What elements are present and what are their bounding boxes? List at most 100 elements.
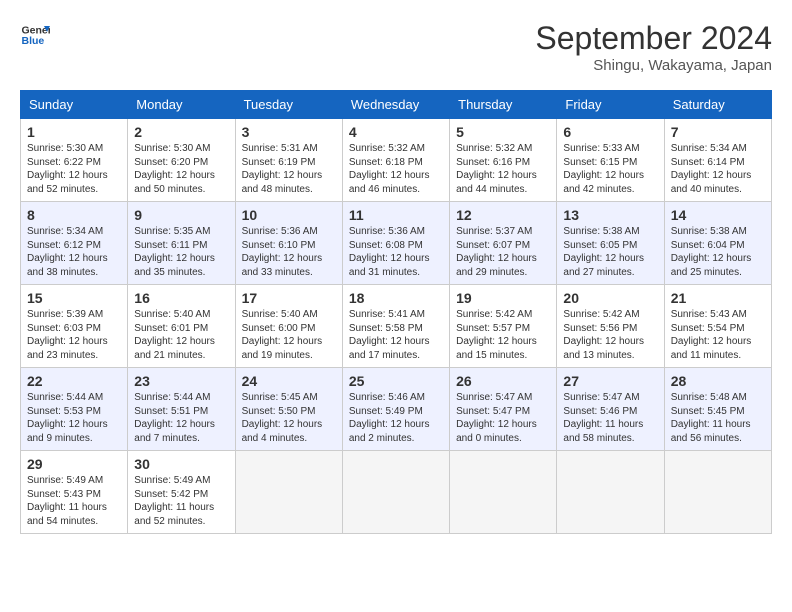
day-number: 24 [242,373,336,389]
page-header: General Blue September 2024 Shingu, Waka… [20,20,772,74]
day-number: 28 [671,373,765,389]
day-number: 11 [349,207,443,223]
day-info: Sunrise: 5:30 AM Sunset: 6:22 PM Dayligh… [27,142,121,196]
weekday-header: Saturday [664,91,771,119]
calendar-week-row: 15 Sunrise: 5:39 AM Sunset: 6:03 PM Dayli… [21,285,772,368]
weekday-header: Friday [557,91,664,119]
calendar-day-cell: 2 Sunrise: 5:30 AM Sunset: 6:20 PM Daylig… [128,119,235,202]
day-info: Sunrise: 5:49 AM Sunset: 5:42 PM Dayligh… [134,474,228,528]
location: Shingu, Wakayama, Japan [535,57,772,74]
calendar-day-cell: 25 Sunrise: 5:46 AM Sunset: 5:49 PM Dayli… [342,368,449,451]
day-number: 29 [27,456,121,472]
day-info: Sunrise: 5:30 AM Sunset: 6:20 PM Dayligh… [134,142,228,196]
day-number: 25 [349,373,443,389]
month-title: September 2024 [535,20,772,57]
day-info: Sunrise: 5:31 AM Sunset: 6:19 PM Dayligh… [242,142,336,196]
calendar-day-cell: 10 Sunrise: 5:36 AM Sunset: 6:10 PM Dayli… [235,202,342,285]
day-info: Sunrise: 5:37 AM Sunset: 6:07 PM Dayligh… [456,225,550,279]
day-info: Sunrise: 5:41 AM Sunset: 5:58 PM Dayligh… [349,308,443,362]
day-info: Sunrise: 5:36 AM Sunset: 6:08 PM Dayligh… [349,225,443,279]
calendar-week-row: 8 Sunrise: 5:34 AM Sunset: 6:12 PM Daylig… [21,202,772,285]
calendar-day-cell: 1 Sunrise: 5:30 AM Sunset: 6:22 PM Daylig… [21,119,128,202]
svg-text:Blue: Blue [22,35,45,47]
day-number: 27 [563,373,657,389]
day-number: 3 [242,124,336,140]
calendar-day-cell: 24Sunrise: 5:45 AM Sunset: 5:50 PM Dayli… [235,368,342,451]
title-area: September 2024 Shingu, Wakayama, Japan [535,20,772,74]
logo-icon: General Blue [20,20,50,50]
empty-cell [664,451,771,534]
day-number: 5 [456,124,550,140]
day-number: 4 [349,124,443,140]
day-info: Sunrise: 5:42 AM Sunset: 5:56 PM Dayligh… [563,308,657,362]
calendar-table: SundayMondayTuesdayWednesdayThursdayFrid… [20,90,772,534]
calendar-day-cell: 12 Sunrise: 5:37 AM Sunset: 6:07 PM Dayli… [450,202,557,285]
day-number: 12 [456,207,550,223]
day-number: 10 [242,207,336,223]
day-info: Sunrise: 5:44 AM Sunset: 5:51 PM Dayligh… [134,391,228,445]
day-info: Sunrise: 5:40 AM Sunset: 6:00 PM Dayligh… [242,308,336,362]
day-number: 2 [134,124,228,140]
day-info: Sunrise: 5:35 AM Sunset: 6:11 PM Dayligh… [134,225,228,279]
day-info: Sunrise: 5:38 AM Sunset: 6:05 PM Dayligh… [563,225,657,279]
calendar-day-cell: 30 Sunrise: 5:49 AM Sunset: 5:42 PM Dayli… [128,451,235,534]
weekday-header: Tuesday [235,91,342,119]
day-number: 17 [242,290,336,306]
calendar-day-cell: 8 Sunrise: 5:34 AM Sunset: 6:12 PM Daylig… [21,202,128,285]
calendar-day-cell: 29 Sunrise: 5:49 AM Sunset: 5:43 PM Dayli… [21,451,128,534]
empty-cell [557,451,664,534]
calendar-week-row: 29 Sunrise: 5:49 AM Sunset: 5:43 PM Dayli… [21,451,772,534]
calendar-day-cell: 26Sunrise: 5:47 AM Sunset: 5:47 PM Dayli… [450,368,557,451]
day-number: 14 [671,207,765,223]
day-info: Sunrise: 5:33 AM Sunset: 6:15 PM Dayligh… [563,142,657,196]
day-number: 18 [349,290,443,306]
calendar-day-cell: 7Sunrise: 5:34 AM Sunset: 6:14 PM Daylig… [664,119,771,202]
day-number: 8 [27,207,121,223]
day-number: 9 [134,207,228,223]
day-number: 23 [134,373,228,389]
day-number: 26 [456,373,550,389]
day-info: Sunrise: 5:39 AM Sunset: 6:03 PM Dayligh… [27,308,121,362]
calendar-day-cell: 13 Sunrise: 5:38 AM Sunset: 6:05 PM Dayli… [557,202,664,285]
calendar-day-cell: 23 Sunrise: 5:44 AM Sunset: 5:51 PM Dayli… [128,368,235,451]
day-number: 7 [671,124,765,140]
calendar-day-cell: 16Sunrise: 5:40 AM Sunset: 6:01 PM Dayli… [128,285,235,368]
empty-cell [342,451,449,534]
day-info: Sunrise: 5:44 AM Sunset: 5:53 PM Dayligh… [27,391,121,445]
weekday-header: Monday [128,91,235,119]
calendar-day-cell: 11 Sunrise: 5:36 AM Sunset: 6:08 PM Dayli… [342,202,449,285]
calendar-day-cell: 28 Sunrise: 5:48 AM Sunset: 5:45 PM Dayli… [664,368,771,451]
calendar-day-cell: 14Sunrise: 5:38 AM Sunset: 6:04 PM Dayli… [664,202,771,285]
day-info: Sunrise: 5:32 AM Sunset: 6:16 PM Dayligh… [456,142,550,196]
day-info: Sunrise: 5:43 AM Sunset: 5:54 PM Dayligh… [671,308,765,362]
day-info: Sunrise: 5:49 AM Sunset: 5:43 PM Dayligh… [27,474,121,528]
calendar-day-cell: 3 Sunrise: 5:31 AM Sunset: 6:19 PM Daylig… [235,119,342,202]
calendar-day-cell: 18 Sunrise: 5:41 AM Sunset: 5:58 PM Dayli… [342,285,449,368]
calendar-week-row: 22Sunrise: 5:44 AM Sunset: 5:53 PM Dayli… [21,368,772,451]
day-number: 20 [563,290,657,306]
calendar-day-cell: 5 Sunrise: 5:32 AM Sunset: 6:16 PM Daylig… [450,119,557,202]
day-info: Sunrise: 5:34 AM Sunset: 6:12 PM Dayligh… [27,225,121,279]
day-number: 15 [27,290,121,306]
day-info: Sunrise: 5:46 AM Sunset: 5:49 PM Dayligh… [349,391,443,445]
day-info: Sunrise: 5:32 AM Sunset: 6:18 PM Dayligh… [349,142,443,196]
day-number: 13 [563,207,657,223]
calendar-day-cell: 20 Sunrise: 5:42 AM Sunset: 5:56 PM Dayli… [557,285,664,368]
weekday-header-row: SundayMondayTuesdayWednesdayThursdayFrid… [21,91,772,119]
calendar-week-row: 1 Sunrise: 5:30 AM Sunset: 6:22 PM Daylig… [21,119,772,202]
empty-cell [450,451,557,534]
day-number: 1 [27,124,121,140]
weekday-header: Thursday [450,91,557,119]
weekday-header: Sunday [21,91,128,119]
logo: General Blue [20,20,50,50]
calendar-day-cell: 9 Sunrise: 5:35 AM Sunset: 6:11 PM Daylig… [128,202,235,285]
day-info: Sunrise: 5:47 AM Sunset: 5:46 PM Dayligh… [563,391,657,445]
day-number: 19 [456,290,550,306]
day-info: Sunrise: 5:40 AM Sunset: 6:01 PM Dayligh… [134,308,228,362]
day-number: 6 [563,124,657,140]
calendar-day-cell: 15 Sunrise: 5:39 AM Sunset: 6:03 PM Dayli… [21,285,128,368]
day-info: Sunrise: 5:36 AM Sunset: 6:10 PM Dayligh… [242,225,336,279]
calendar-day-cell: 6 Sunrise: 5:33 AM Sunset: 6:15 PM Daylig… [557,119,664,202]
day-number: 30 [134,456,228,472]
day-info: Sunrise: 5:48 AM Sunset: 5:45 PM Dayligh… [671,391,765,445]
